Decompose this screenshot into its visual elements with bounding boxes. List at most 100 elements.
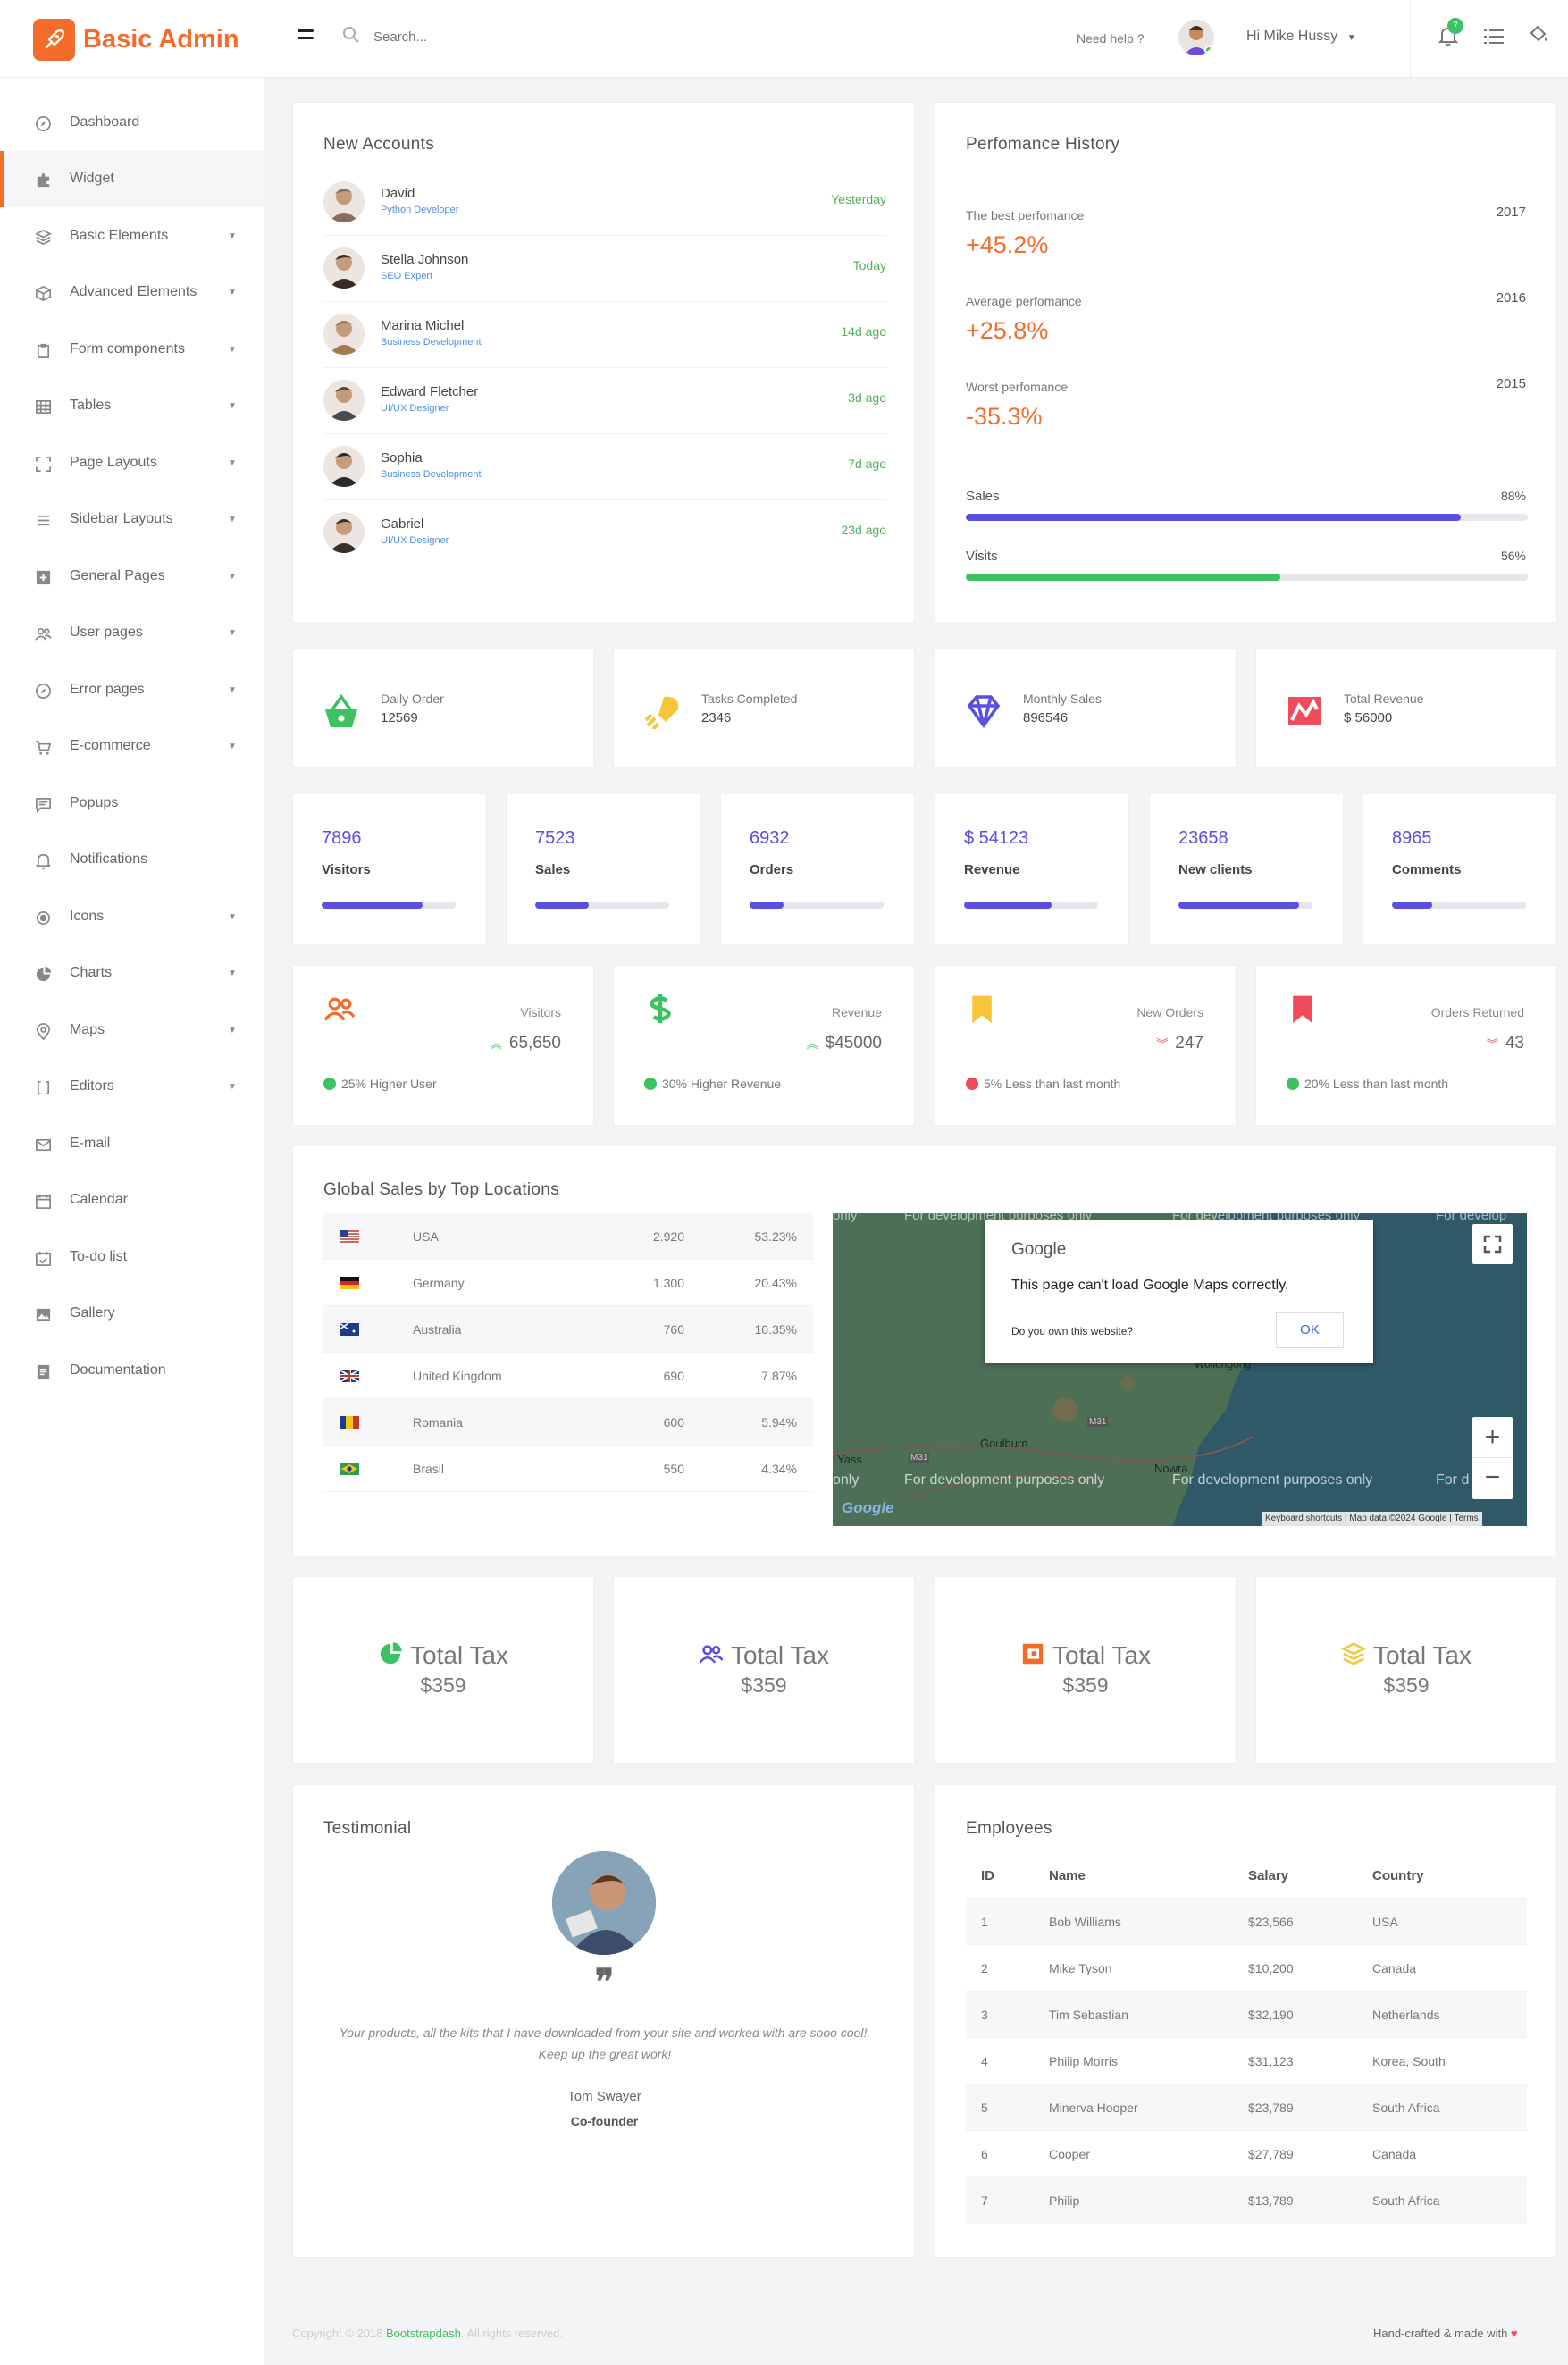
sidebar-item-9[interactable]: User pages ▼ bbox=[0, 605, 264, 661]
google-map[interactable]: For development purposes only For develo… bbox=[833, 1213, 1527, 1526]
table-row[interactable]: Brasil 550 4.34% bbox=[323, 1446, 813, 1492]
search-icon[interactable] bbox=[342, 26, 360, 48]
table-row[interactable]: United Kingdom 690 7.87% bbox=[323, 1353, 813, 1399]
flag-gb-icon bbox=[339, 1369, 360, 1383]
sidebar-item-17[interactable]: Editors ▼ bbox=[0, 1059, 264, 1115]
zoom-out-button[interactable]: − bbox=[1472, 1458, 1513, 1499]
sidebar-item-6[interactable]: Page Layouts ▼ bbox=[0, 435, 264, 491]
sidebar-item-19[interactable]: Calendar bbox=[0, 1172, 264, 1229]
pie-icon bbox=[378, 1641, 403, 1673]
stat-card: 8965 Comments bbox=[1363, 793, 1557, 945]
zoom-in-button[interactable]: + bbox=[1472, 1417, 1513, 1458]
flag-us-icon bbox=[340, 1230, 359, 1243]
table-row[interactable]: USA 2.920 53.23% bbox=[323, 1213, 813, 1260]
table-row[interactable]: 1 Bob Williams $23,566 USA bbox=[966, 1899, 1527, 1945]
sidebar-item-13[interactable]: Notifications bbox=[0, 832, 264, 888]
progress-fill bbox=[966, 514, 1461, 521]
search-input[interactable] bbox=[373, 25, 606, 48]
layers-icon bbox=[34, 228, 52, 246]
tax-title-text: Total Tax bbox=[410, 1641, 508, 1669]
sidebar-item-8[interactable]: General Pages ▼ bbox=[0, 549, 264, 605]
bell-icon bbox=[34, 851, 52, 869]
flag-ro-icon bbox=[340, 1416, 359, 1429]
bootstrapdash-link[interactable]: Bootstrapdash bbox=[386, 2327, 461, 2340]
google-map-logo: Google bbox=[842, 1499, 894, 1516]
layers-icon bbox=[1340, 1641, 1367, 1673]
users-icon bbox=[323, 993, 356, 1029]
list-item[interactable]: Sophia Business Development 7d ago bbox=[323, 434, 886, 500]
table-row[interactable]: 2 Mike Tyson $10,200 Canada bbox=[966, 1945, 1527, 1992]
stat-card: 23658 New clients bbox=[1149, 793, 1344, 945]
bell-icon[interactable]: 7 bbox=[1438, 18, 1463, 51]
sidebar-item-3[interactable]: Advanced Elements ▼ bbox=[0, 264, 264, 321]
list-item[interactable]: Edward Fletcher UI/UX Designer 3d ago bbox=[323, 368, 886, 434]
user-avatar[interactable] bbox=[1178, 20, 1214, 55]
paint-bucket-icon[interactable] bbox=[1528, 24, 1549, 50]
employee-name: Minerva Hooper bbox=[1049, 2101, 1138, 2115]
sidebar-item-16[interactable]: Maps ▼ bbox=[0, 1002, 264, 1059]
sidebar-item-15[interactable]: Charts ▼ bbox=[0, 945, 264, 1002]
testimonial-avatar bbox=[552, 1851, 656, 1955]
stat-value: ︾ 247 bbox=[1156, 1034, 1203, 1053]
table-row[interactable]: 6 Cooper $27,789 Canada bbox=[966, 2131, 1527, 2177]
sidebar-item-20[interactable]: To-do list bbox=[0, 1229, 264, 1286]
terms-link[interactable]: Terms bbox=[1454, 1514, 1478, 1523]
chat-icon bbox=[34, 795, 52, 813]
grid-icon bbox=[34, 398, 52, 415]
stat-card: Tasks Completed 2346 bbox=[613, 648, 915, 768]
list-item[interactable]: David Python Developer Yesterday bbox=[323, 170, 886, 236]
card-title: New Accounts bbox=[323, 135, 434, 154]
user-menu[interactable]: Hi Mike Hussy ▼ bbox=[1246, 29, 1356, 45]
user-greeting: Hi Mike Hussy bbox=[1246, 29, 1338, 44]
stat-card: Visitors ︽ 65,650 25% Higher User bbox=[292, 965, 594, 1126]
table-row[interactable]: 7 Philip $13,789 South Africa bbox=[966, 2177, 1527, 2224]
tax-title-text: Total Tax bbox=[1052, 1641, 1151, 1669]
tax-value: $359 bbox=[1383, 1673, 1430, 1697]
table-row[interactable]: Australia 760 10.35% bbox=[323, 1306, 813, 1353]
sidebar-item-label: Notifications bbox=[70, 851, 148, 867]
employee-id: 5 bbox=[981, 2101, 988, 2115]
arrow-up-icon: ︽ bbox=[490, 1037, 502, 1051]
list-item[interactable]: Stella Johnson SEO Expert Today bbox=[323, 236, 886, 302]
sidebar-item-2[interactable]: Basic Elements ▼ bbox=[0, 208, 264, 264]
fullscreen-button[interactable] bbox=[1472, 1224, 1513, 1264]
table-row[interactable]: 3 Tim Sebastian $32,190 Netherlands bbox=[966, 1992, 1527, 2038]
table-row[interactable]: 5 Minerva Hooper $23,789 South Africa bbox=[966, 2084, 1527, 2131]
sales-value: 600 bbox=[663, 1415, 684, 1430]
arrow-up-icon: ︽ bbox=[806, 1037, 818, 1051]
employee-name: Tim Sebastian bbox=[1049, 2008, 1128, 2022]
sidebar-item-0[interactable]: Dashboard bbox=[0, 95, 264, 151]
basket-icon bbox=[323, 693, 359, 734]
sidebar-item-4[interactable]: Form components ▼ bbox=[0, 322, 264, 378]
list-item[interactable]: Gabriel UI/UX Designer 23d ago bbox=[323, 500, 886, 566]
list-item[interactable]: Marina Michel Business Development 14d ago bbox=[323, 302, 886, 368]
sidebar-item-7[interactable]: Sidebar Layouts ▼ bbox=[0, 491, 264, 548]
map-ok-button[interactable]: OK bbox=[1276, 1312, 1344, 1348]
employee-id: 4 bbox=[981, 2054, 988, 2068]
menu-toggle-icon[interactable] bbox=[298, 29, 314, 42]
sidebar-item-21[interactable]: Gallery bbox=[0, 1286, 264, 1342]
avatar bbox=[323, 314, 365, 355]
employee-salary: $32,190 bbox=[1248, 2008, 1294, 2022]
keyboard-shortcuts-link[interactable]: Keyboard shortcuts bbox=[1265, 1514, 1342, 1523]
performance-history-card: Perfomance History The best perfomance +4… bbox=[935, 102, 1557, 623]
table-row[interactable]: 4 Philip Morris $31,123 Korea, South bbox=[966, 2038, 1527, 2084]
employee-country: South Africa bbox=[1372, 2101, 1440, 2115]
sales-value: 690 bbox=[663, 1369, 684, 1383]
sidebar-item-10[interactable]: Error pages ▼ bbox=[0, 662, 264, 718]
table-row[interactable]: Germany 1.300 20.43% bbox=[323, 1260, 813, 1306]
help-link[interactable]: Need help ? bbox=[1077, 31, 1145, 46]
sidebar-item-12[interactable]: Popups bbox=[0, 776, 264, 832]
stat-card: 7896 Visitors bbox=[292, 793, 487, 945]
employee-name: Philip bbox=[1049, 2193, 1080, 2208]
stat-label: Sales bbox=[535, 862, 571, 877]
sidebar-item-14[interactable]: Icons ▼ bbox=[0, 889, 264, 945]
sidebar-item-18[interactable]: E-mail bbox=[0, 1116, 264, 1172]
sidebar-item-22[interactable]: Documentation bbox=[0, 1343, 264, 1399]
sidebar-item-5[interactable]: Tables ▼ bbox=[0, 378, 264, 434]
table-row[interactable]: Romania 600 5.94% bbox=[323, 1399, 813, 1446]
brand[interactable]: Basic Admin bbox=[0, 0, 264, 78]
sidebar-item-1[interactable]: Widget bbox=[0, 151, 264, 207]
list-icon[interactable] bbox=[1484, 29, 1504, 49]
avatar bbox=[323, 181, 365, 222]
